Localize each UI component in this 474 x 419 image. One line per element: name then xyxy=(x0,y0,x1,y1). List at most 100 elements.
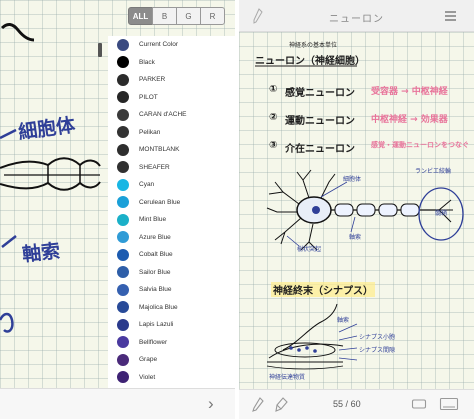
pen-tool-icon[interactable] xyxy=(251,397,265,413)
color-swatch xyxy=(117,73,129,86)
note-canvas-right[interactable]: 神経系の基本単位 ニューロン（神経細胞） ① 感覚ニューロン 受容器 → 中枢神… xyxy=(239,32,474,389)
color-swatch xyxy=(117,38,129,51)
item-3-desc: 感覚・運動ニューロンをつなぐ xyxy=(371,141,469,149)
label-synapse-axon: 軸索 xyxy=(337,317,350,324)
color-name: PILOT xyxy=(139,93,158,101)
color-item[interactable]: PARKER xyxy=(108,71,235,89)
color-name: Majolica Blue xyxy=(139,303,178,311)
color-item[interactable]: Cerulean Blue xyxy=(108,194,235,212)
page-total: 60 xyxy=(350,399,361,409)
note-title: ニューロン xyxy=(329,14,384,25)
item-1-desc: 受容器 → 中枢神経 xyxy=(371,87,448,97)
left-bottom-bar: › xyxy=(0,388,235,419)
color-swatch xyxy=(117,336,129,349)
color-name: Mint Blue xyxy=(139,216,167,224)
label-axon: 軸索 xyxy=(349,234,362,241)
filter-tab-all[interactable]: ALL xyxy=(128,7,153,25)
item-1-num: ① xyxy=(269,84,278,95)
chevron-right-icon[interactable]: › xyxy=(208,394,214,414)
color-item[interactable]: Pelikan xyxy=(108,124,235,142)
label-cleft: シナプス間隙 xyxy=(359,347,396,354)
color-item[interactable]: Majolica Blue xyxy=(108,299,235,317)
label-dendrite: 樹状突起 xyxy=(297,246,322,253)
right-bottom-bar: 55 / 60 xyxy=(239,389,474,419)
item-2-term: 運動ニューロン xyxy=(285,116,355,127)
filter-tab-blue[interactable]: B xyxy=(152,7,177,25)
color-item[interactable]: Lapis Lazuli xyxy=(108,316,235,334)
color-swatch xyxy=(117,371,129,384)
color-swatch xyxy=(117,108,129,121)
color-name: Bellflower xyxy=(139,338,168,346)
color-swatch xyxy=(117,161,129,174)
handwriting-strokes xyxy=(0,23,101,333)
color-item[interactable]: Salvia Blue xyxy=(108,281,235,299)
color-name: PARKER xyxy=(139,76,166,84)
label-myelin: 髄鞘 xyxy=(435,210,448,217)
color-swatch xyxy=(117,283,129,296)
color-name: Cobalt Blue xyxy=(139,251,173,259)
color-item[interactable]: Cobalt Blue xyxy=(108,246,235,264)
color-swatch xyxy=(117,196,129,209)
color-swatch xyxy=(117,143,129,156)
menu-icon[interactable] xyxy=(445,11,456,21)
label-vesicle: シナプス小胞 xyxy=(359,334,396,341)
color-swatch xyxy=(117,266,129,279)
color-name: Current Color xyxy=(139,41,179,49)
note-screen: ニューロン 神経系の基本単位 ニューロン（神経細胞） ① 感覚ニューロン 受容器… xyxy=(239,0,474,419)
page-counter: 55 / 60 xyxy=(333,399,361,409)
color-name: Cerulean Blue xyxy=(139,198,181,206)
highlighter-icon[interactable] xyxy=(275,397,289,413)
color-item[interactable]: Grape xyxy=(108,351,235,369)
color-name: MONTBLANK xyxy=(139,146,180,154)
color-name: SHEAFER xyxy=(139,163,170,171)
color-name: CARAN d'ACHE xyxy=(139,111,187,119)
color-item[interactable]: MONTBLANK xyxy=(108,141,235,159)
color-swatch xyxy=(117,353,129,366)
color-item[interactable]: Black xyxy=(108,54,235,72)
scroll-indicator[interactable] xyxy=(98,43,102,57)
color-name: Black xyxy=(139,58,155,66)
color-item[interactable]: Cyan xyxy=(108,176,235,194)
filter-tab-red[interactable]: R xyxy=(200,7,225,25)
note-heading: ニューロン（神経細胞） xyxy=(255,56,365,67)
heading-small: 神経系の基本単位 xyxy=(289,42,338,49)
note-header: ニューロン xyxy=(239,0,474,32)
page-icon[interactable] xyxy=(439,397,459,411)
item-3-num: ③ xyxy=(269,140,278,151)
filter-tab-green[interactable]: G xyxy=(176,7,201,25)
item-2-num: ② xyxy=(269,112,278,123)
color-name: Violet xyxy=(139,373,156,381)
item-1-term: 感覚ニューロン xyxy=(285,88,355,99)
color-name: Sailor Blue xyxy=(139,268,171,276)
color-picker-screen: 細胞体 軸索 ALL B G R Current Color Black PARKE… xyxy=(0,0,235,419)
color-item[interactable]: CARAN d'ACHE xyxy=(108,106,235,124)
note-heading-2: 神経終末（シナプス） xyxy=(271,282,375,297)
item-3-term: 介在ニューロン xyxy=(285,144,355,155)
color-item[interactable]: Mint Blue xyxy=(108,211,235,229)
color-item[interactable]: Current Color xyxy=(108,36,235,54)
label-node-ranvier: ランビエ絞輪 xyxy=(415,168,452,175)
color-swatch xyxy=(117,301,129,314)
item-2-desc: 中枢神経 → 効果器 xyxy=(371,115,448,125)
color-item[interactable]: Sailor Blue xyxy=(108,264,235,282)
page-separator: / xyxy=(345,399,349,409)
color-swatch xyxy=(117,248,129,261)
color-list: Current Color Black PARKER PILOT CARAN d'ACH… xyxy=(108,36,235,388)
color-swatch xyxy=(117,318,129,331)
color-item[interactable]: Azure Blue xyxy=(108,229,235,247)
color-swatch xyxy=(117,56,129,69)
color-swatch xyxy=(117,213,129,226)
color-swatch xyxy=(117,126,129,139)
color-item[interactable]: PILOT xyxy=(108,89,235,107)
color-name: Lapis Lazuli xyxy=(139,321,174,329)
color-name: Salvia Blue xyxy=(139,286,172,294)
color-swatch xyxy=(117,231,129,244)
eraser-icon[interactable] xyxy=(411,397,427,411)
color-item[interactable]: SHEAFER xyxy=(108,159,235,177)
color-item[interactable]: Violet xyxy=(108,369,235,387)
color-filter-tabs: ALL B G R xyxy=(128,7,225,25)
color-item[interactable]: Bellflower xyxy=(108,334,235,352)
color-name: Azure Blue xyxy=(139,233,171,241)
color-name: Cyan xyxy=(139,181,155,189)
label-transmitter: 神経伝達物質 xyxy=(269,374,306,381)
